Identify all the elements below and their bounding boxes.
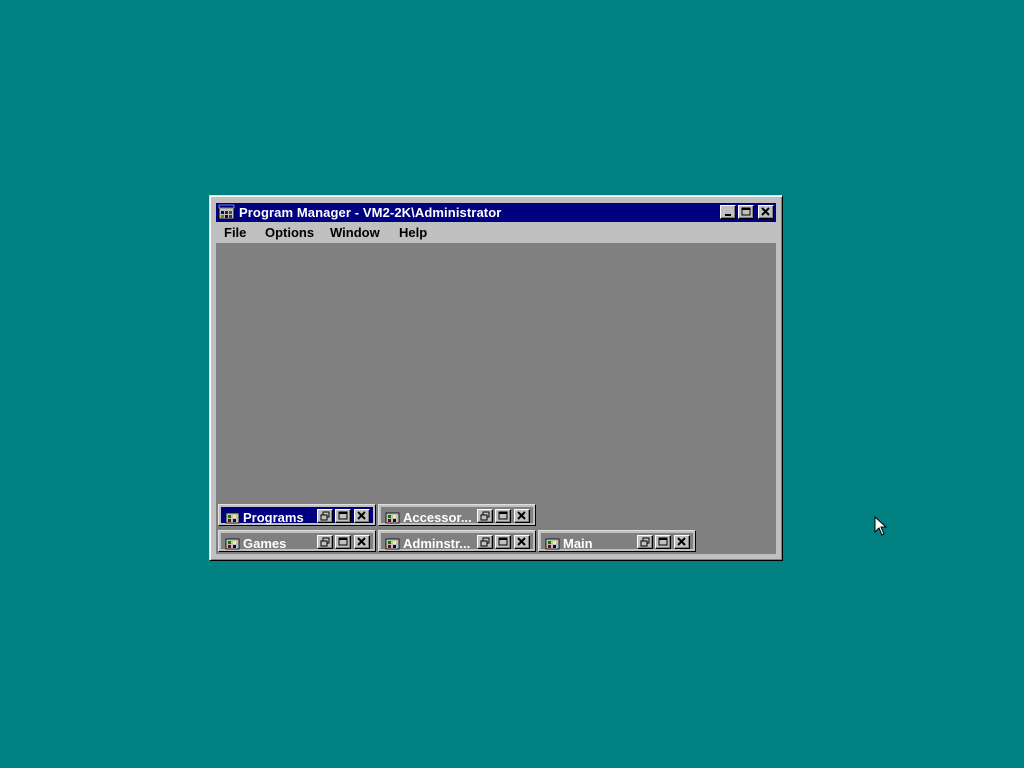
- close-icon: [357, 511, 366, 520]
- restore-icon: [640, 537, 650, 547]
- menu-file[interactable]: File: [218, 224, 252, 241]
- maximize-button[interactable]: [495, 509, 511, 523]
- maximize-icon: [338, 511, 348, 520]
- program-group-icon: [225, 538, 240, 550]
- program-group-icon: [385, 512, 400, 524]
- restore-icon: [480, 537, 490, 547]
- menu-window[interactable]: Window: [324, 224, 386, 241]
- group-main[interactable]: Main: [538, 530, 696, 552]
- restore-icon: [320, 537, 330, 547]
- group-label: Main: [563, 536, 593, 551]
- program-manager-window[interactable]: Program Manager - VM2-2K\Administrator F…: [209, 195, 783, 561]
- restore-button[interactable]: [477, 535, 493, 549]
- group-administrative[interactable]: Adminstr...: [378, 530, 536, 552]
- group-label: Accessor...: [403, 510, 472, 525]
- minimize-button[interactable]: [720, 205, 736, 219]
- maximize-icon: [658, 537, 668, 546]
- close-button[interactable]: [758, 205, 774, 219]
- group-accessories[interactable]: Accessor...: [378, 504, 536, 526]
- close-button[interactable]: [674, 535, 690, 549]
- program-group-icon: [385, 538, 400, 550]
- maximize-icon: [338, 537, 348, 546]
- window-title: Program Manager - VM2-2K\Administrator: [239, 205, 502, 220]
- restore-button[interactable]: [477, 509, 493, 523]
- program-group-icon: [545, 538, 560, 550]
- close-button[interactable]: [354, 535, 370, 549]
- menu-options[interactable]: Options: [259, 224, 320, 241]
- maximize-icon: [498, 537, 508, 546]
- client-area: Programs Accessor... Games Adminstr... M…: [216, 243, 776, 554]
- program-manager-icon[interactable]: [218, 204, 236, 221]
- menu-bar: File Options Window Help: [216, 222, 776, 242]
- maximize-button[interactable]: [655, 535, 671, 549]
- restore-button[interactable]: [317, 535, 333, 549]
- maximize-button[interactable]: [495, 535, 511, 549]
- maximize-button[interactable]: [738, 205, 754, 219]
- group-label: Adminstr...: [403, 536, 471, 551]
- close-icon: [357, 537, 366, 546]
- maximize-icon: [741, 207, 751, 216]
- restore-button[interactable]: [317, 509, 333, 523]
- close-button[interactable]: [514, 509, 530, 523]
- close-icon: [677, 537, 686, 546]
- close-icon: [517, 511, 526, 520]
- group-label: Games: [243, 536, 287, 551]
- close-icon: [761, 207, 770, 216]
- maximize-button[interactable]: [335, 509, 351, 523]
- restore-icon: [320, 511, 330, 521]
- program-group-icon: [225, 512, 240, 524]
- title-bar[interactable]: Program Manager - VM2-2K\Administrator: [216, 203, 776, 222]
- close-button[interactable]: [514, 535, 530, 549]
- group-label: Programs: [243, 510, 304, 525]
- minimize-icon: [725, 214, 731, 216]
- restore-icon: [480, 511, 490, 521]
- close-button[interactable]: [354, 509, 370, 523]
- group-games[interactable]: Games: [218, 530, 376, 552]
- close-icon: [517, 537, 526, 546]
- restore-button[interactable]: [637, 535, 653, 549]
- menu-help[interactable]: Help: [393, 224, 433, 241]
- group-programs[interactable]: Programs: [218, 504, 376, 526]
- maximize-button[interactable]: [335, 535, 351, 549]
- mouse-cursor-icon: [874, 516, 888, 536]
- maximize-icon: [498, 511, 508, 520]
